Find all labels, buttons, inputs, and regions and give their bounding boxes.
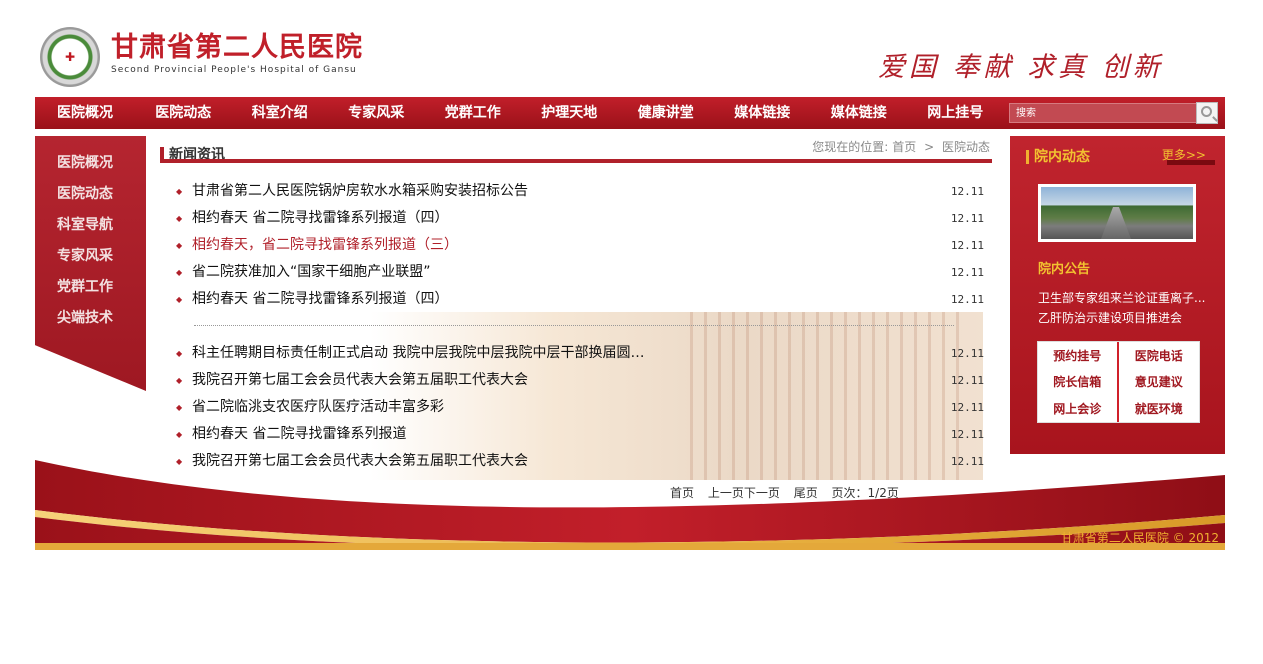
notice-item[interactable]: 乙肝防治示建设项目推进会 xyxy=(1038,308,1216,328)
tree-lined-road-image xyxy=(1041,187,1193,239)
list-item: ◆ 相约春天 省二院寻找雷锋系列报道（四） 12.11 xyxy=(172,286,992,313)
bullet-icon: ◆ xyxy=(176,187,183,196)
list-item: ◆ 科主任聘期目标责任制正式启动 我院中层我院中层我院中层干部换届圆… 12.1… xyxy=(172,340,992,367)
quick-link-phone[interactable]: 医院电话 xyxy=(1119,342,1200,369)
sidebar-item-overview[interactable]: 医院概况 xyxy=(35,148,146,179)
list-item: ◆ 相约春天，省二院寻找雷锋系列报道（三） 12.11 xyxy=(172,232,992,259)
news-title-link[interactable]: 相约春天 省二院寻找雷锋系列报道（四） xyxy=(192,205,448,232)
nav-item-departments[interactable]: 科室介绍 xyxy=(232,97,329,129)
sidebar-item-experts[interactable]: 专家风采 xyxy=(35,241,146,272)
medical-cross-icon: ✚ xyxy=(64,50,76,64)
nav-item-party-work[interactable]: 党群工作 xyxy=(425,97,522,129)
news-date: 12.11 xyxy=(950,185,984,198)
bullet-icon: ◆ xyxy=(176,241,183,250)
list-item: ◆ 甘肃省第二人民医院锅炉房软水水箱采购安装招标公告 12.11 xyxy=(172,178,992,205)
bullet-icon: ◆ xyxy=(176,268,183,277)
notice-item[interactable]: 卫生部专家组来兰论证重离子... xyxy=(1038,288,1216,308)
bullet-icon: ◆ xyxy=(176,295,183,304)
news-title-link[interactable]: 相约春天 省二院寻找雷锋系列报道（四） xyxy=(192,286,448,313)
breadcrumb-current[interactable]: 医院动态 xyxy=(942,140,990,154)
bullet-icon: ◆ xyxy=(176,403,183,412)
notice-list: 卫生部专家组来兰论证重离子... 乙肝防治示建设项目推进会 xyxy=(1038,288,1216,328)
bullet-icon: ◆ xyxy=(176,430,183,439)
news-title-link[interactable]: 我院召开第七届工会会员代表大会第五届职工代表大会 xyxy=(192,367,528,394)
site-subtitle: Second Provincial People's Hospital of G… xyxy=(111,65,357,75)
nav-item-media-links-2[interactable]: 媒体链接 xyxy=(811,97,908,129)
bullet-icon: ◆ xyxy=(176,349,183,358)
sidebar-item-news[interactable]: 医院动态 xyxy=(35,179,146,210)
sidebar-item-department-nav[interactable]: 科室导航 xyxy=(35,210,146,241)
section-underline xyxy=(160,159,992,163)
footer-swoosh xyxy=(35,460,1225,550)
news-date: 12.11 xyxy=(950,347,984,360)
campus-photo[interactable] xyxy=(1038,184,1196,242)
bullet-icon: ◆ xyxy=(176,376,183,385)
nav-item-news[interactable]: 医院动态 xyxy=(135,97,232,129)
main-content: 新闻资讯 您现在的位置: 首页 > 医院动态 ◆ 甘肃省第二人民医院锅炉房软水水箱… xyxy=(160,136,992,500)
news-date: 12.11 xyxy=(950,239,984,252)
slogan: 爱国 奉献 求真 创新 xyxy=(878,52,1164,83)
title-marker xyxy=(1026,150,1029,164)
nav-item-nursing[interactable]: 护理天地 xyxy=(521,97,618,129)
footer: 甘肃省第二人民医院 © 2012 xyxy=(35,455,1225,565)
search-input[interactable] xyxy=(1009,103,1197,123)
news-title-link[interactable]: 相约春天，省二院寻找雷锋系列报道（三） xyxy=(192,232,458,259)
search-button[interactable] xyxy=(1196,102,1218,124)
left-sidebar: 医院概况 医院动态 科室导航 专家风采 党群工作 尖端技术 xyxy=(35,136,146,391)
header: ✚ 甘肃省第二人民医院 Second Provincial People's H… xyxy=(35,0,1225,96)
site-branding: 甘肃省第二人民医院 Second Provincial People's Hos… xyxy=(111,32,363,76)
news-date: 12.11 xyxy=(950,401,984,414)
news-title-link[interactable]: 省二院获准加入“国家干细胞产业联盟” xyxy=(192,259,431,286)
quick-link-environment[interactable]: 就医环境 xyxy=(1119,395,1200,422)
list-item: ◆ 省二院临洮支农医疗队医疗活动丰富多彩 12.11 xyxy=(172,394,992,421)
news-date: 12.11 xyxy=(950,212,984,225)
nav-item-health-lectures[interactable]: 健康讲堂 xyxy=(618,97,715,129)
copyright: 甘肃省第二人民医院 © 2012 xyxy=(1060,531,1219,545)
list-divider xyxy=(194,325,954,326)
right-panel-title: 院内动态 xyxy=(1034,149,1090,165)
quick-link-director-mailbox[interactable]: 院长信箱 xyxy=(1038,368,1119,396)
quick-link-appointment[interactable]: 预约挂号 xyxy=(1038,342,1119,369)
news-title-link[interactable]: 相约春天 省二院寻找雷锋系列报道 xyxy=(192,421,406,448)
news-date: 12.11 xyxy=(950,293,984,306)
news-list-1: ◆ 甘肃省第二人民医院锅炉房软水水箱采购安装招标公告 12.11 ◆ 相约春天 … xyxy=(172,178,992,313)
site-title: 甘肃省第二人民医院 xyxy=(111,32,363,63)
quick-links: 预约挂号 医院电话 院长信箱 意见建议 网上会诊 就医环境 xyxy=(1037,341,1200,423)
list-item: ◆ 我院召开第七届工会会员代表大会第五届职工代表大会 12.11 xyxy=(172,367,992,394)
list-item: ◆ 相约春天 省二院寻找雷锋系列报道（四） 12.11 xyxy=(172,205,992,232)
news-title-link[interactable]: 甘肃省第二人民医院锅炉房软水水箱采购安装招标公告 xyxy=(192,178,528,205)
breadcrumb-prefix: 您现在的位置: xyxy=(812,140,889,154)
sidebar-item-advanced-tech[interactable]: 尖端技术 xyxy=(35,303,146,334)
quick-link-feedback[interactable]: 意见建议 xyxy=(1119,369,1200,396)
list-item: ◆ 省二院获准加入“国家干细胞产业联盟” 12.11 xyxy=(172,259,992,286)
more-underline xyxy=(1167,160,1215,165)
news-date: 12.11 xyxy=(950,374,984,387)
page-wrapper: ✚ 甘肃省第二人民医院 Second Provincial People's H… xyxy=(35,0,1225,664)
news-title-link[interactable]: 省二院临洮支农医疗队医疗活动丰富多彩 xyxy=(192,394,444,421)
list-item: ◆ 相约春天 省二院寻找雷锋系列报道 12.11 xyxy=(172,421,992,448)
news-title-link[interactable]: 科主任聘期目标责任制正式启动 我院中层我院中层我院中层干部换届圆… xyxy=(192,340,644,367)
nav-item-experts[interactable]: 专家风采 xyxy=(328,97,425,129)
breadcrumb-home[interactable]: 首页 xyxy=(892,140,916,154)
nav-item-online-registration[interactable]: 网上挂号 xyxy=(907,97,1004,129)
news-date: 12.11 xyxy=(950,428,984,441)
bullet-icon: ◆ xyxy=(176,214,183,223)
breadcrumb-separator: > xyxy=(924,140,935,154)
right-panel: 院内动态 更多>> 院内公告 卫生部专家组来兰论证重离子... 乙肝防治示建设项… xyxy=(1010,136,1225,454)
sidebar-item-party-work[interactable]: 党群工作 xyxy=(35,272,146,303)
quick-link-online-consult[interactable]: 网上会诊 xyxy=(1038,395,1119,422)
main-nav: 医院概况 医院动态 科室介绍 专家风采 党群工作 护理天地 健康讲堂 媒体链接 … xyxy=(35,97,1225,129)
hospital-logo[interactable]: ✚ xyxy=(40,27,100,87)
news-date: 12.11 xyxy=(950,266,984,279)
breadcrumb: 您现在的位置: 首页 > 医院动态 xyxy=(810,138,992,155)
nav-item-overview[interactable]: 医院概况 xyxy=(35,97,135,129)
search-icon xyxy=(1201,106,1212,117)
notice-title: 院内公告 xyxy=(1038,262,1091,277)
nav-item-media-links[interactable]: 媒体链接 xyxy=(714,97,811,129)
